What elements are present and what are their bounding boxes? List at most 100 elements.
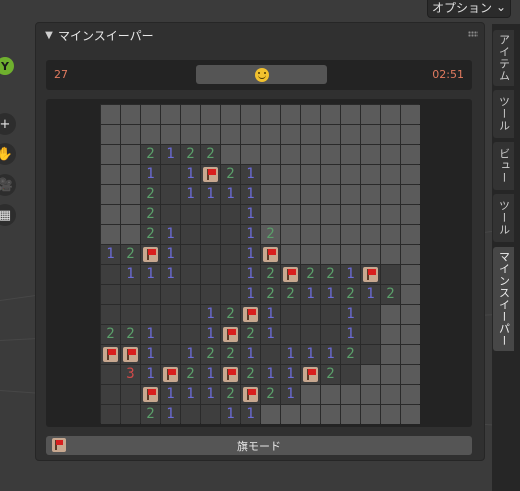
number-cell[interactable]: 1: [201, 325, 220, 344]
hidden-cell[interactable]: [381, 105, 400, 124]
empty-cell[interactable]: [181, 285, 200, 304]
reset-game-button[interactable]: [196, 65, 327, 84]
hidden-cell[interactable]: [181, 105, 200, 124]
hidden-cell[interactable]: [401, 285, 420, 304]
hidden-cell[interactable]: [201, 125, 220, 144]
number-cell[interactable]: 1: [261, 305, 280, 324]
number-cell[interactable]: 2: [261, 265, 280, 284]
number-cell[interactable]: 1: [221, 185, 240, 204]
hidden-cell[interactable]: [261, 185, 280, 204]
empty-cell[interactable]: [361, 325, 380, 344]
empty-cell[interactable]: [181, 225, 200, 244]
hidden-cell[interactable]: [321, 125, 340, 144]
empty-cell[interactable]: [121, 405, 140, 424]
tab-minesweeper[interactable]: マインスイーパー: [493, 247, 514, 351]
empty-cell[interactable]: [201, 245, 220, 264]
hidden-cell[interactable]: [341, 105, 360, 124]
hidden-cell[interactable]: [381, 385, 400, 404]
number-cell[interactable]: 2: [221, 305, 240, 324]
number-cell[interactable]: 2: [181, 365, 200, 384]
hidden-cell[interactable]: [361, 385, 380, 404]
hidden-cell[interactable]: [401, 105, 420, 124]
hidden-cell[interactable]: [121, 205, 140, 224]
empty-cell[interactable]: [321, 305, 340, 324]
empty-cell[interactable]: [181, 325, 200, 344]
hidden-cell[interactable]: [101, 125, 120, 144]
hidden-cell[interactable]: [301, 405, 320, 424]
hidden-cell[interactable]: [121, 225, 140, 244]
hidden-cell[interactable]: [301, 165, 320, 184]
number-cell[interactable]: 2: [321, 365, 340, 384]
hidden-cell[interactable]: [381, 125, 400, 144]
number-cell[interactable]: 1: [241, 185, 260, 204]
flagged-cell[interactable]: [141, 245, 160, 264]
number-cell[interactable]: 2: [261, 385, 280, 404]
number-cell[interactable]: 1: [241, 265, 260, 284]
empty-cell[interactable]: [181, 205, 200, 224]
number-cell[interactable]: 1: [261, 325, 280, 344]
hidden-cell[interactable]: [101, 225, 120, 244]
hidden-cell[interactable]: [361, 145, 380, 164]
hidden-cell[interactable]: [401, 185, 420, 204]
number-cell[interactable]: 2: [381, 285, 400, 304]
empty-cell[interactable]: [161, 185, 180, 204]
hidden-cell[interactable]: [401, 365, 420, 384]
number-cell[interactable]: 1: [181, 385, 200, 404]
tab-tool[interactable]: ツール: [493, 90, 514, 138]
hidden-cell[interactable]: [361, 185, 380, 204]
hidden-cell[interactable]: [261, 105, 280, 124]
empty-cell[interactable]: [361, 345, 380, 364]
hidden-cell[interactable]: [221, 105, 240, 124]
hidden-cell[interactable]: [361, 225, 380, 244]
flagged-cell[interactable]: [141, 385, 160, 404]
empty-cell[interactable]: [221, 205, 240, 224]
number-cell[interactable]: 1: [321, 285, 340, 304]
hidden-cell[interactable]: [361, 125, 380, 144]
hidden-cell[interactable]: [161, 125, 180, 144]
number-cell[interactable]: 1: [281, 385, 300, 404]
hidden-cell[interactable]: [401, 345, 420, 364]
hidden-cell[interactable]: [301, 105, 320, 124]
number-cell[interactable]: 1: [341, 265, 360, 284]
hidden-cell[interactable]: [161, 105, 180, 124]
flagged-cell[interactable]: [221, 365, 240, 384]
empty-cell[interactable]: [261, 345, 280, 364]
flagged-cell[interactable]: [261, 245, 280, 264]
number-cell[interactable]: 2: [201, 145, 220, 164]
empty-cell[interactable]: [201, 265, 220, 284]
empty-cell[interactable]: [341, 365, 360, 384]
number-cell[interactable]: 2: [341, 285, 360, 304]
hidden-cell[interactable]: [361, 105, 380, 124]
number-cell[interactable]: 2: [221, 345, 240, 364]
hidden-cell[interactable]: [381, 205, 400, 224]
empty-cell[interactable]: [101, 405, 120, 424]
hidden-cell[interactable]: [401, 205, 420, 224]
number-cell[interactable]: 1: [241, 225, 260, 244]
hidden-cell[interactable]: [101, 145, 120, 164]
flagged-cell[interactable]: [281, 265, 300, 284]
hidden-cell[interactable]: [121, 105, 140, 124]
number-cell[interactable]: 2: [181, 145, 200, 164]
flag-mode-button[interactable]: 旗モード: [46, 436, 472, 455]
number-cell[interactable]: 1: [241, 405, 260, 424]
hidden-cell[interactable]: [341, 205, 360, 224]
empty-cell[interactable]: [321, 325, 340, 344]
number-cell[interactable]: 1: [141, 325, 160, 344]
hidden-cell[interactable]: [321, 405, 340, 424]
number-cell[interactable]: 3: [121, 365, 140, 384]
hidden-cell[interactable]: [281, 185, 300, 204]
number-cell[interactable]: 1: [101, 245, 120, 264]
hidden-cell[interactable]: [281, 225, 300, 244]
hidden-cell[interactable]: [221, 145, 240, 164]
hidden-cell[interactable]: [281, 125, 300, 144]
hidden-cell[interactable]: [381, 145, 400, 164]
hidden-cell[interactable]: [101, 165, 120, 184]
number-cell[interactable]: 2: [241, 365, 260, 384]
hidden-cell[interactable]: [321, 185, 340, 204]
number-cell[interactable]: 1: [241, 285, 260, 304]
number-cell[interactable]: 2: [141, 145, 160, 164]
hidden-cell[interactable]: [381, 325, 400, 344]
number-cell[interactable]: 2: [341, 345, 360, 364]
empty-cell[interactable]: [161, 285, 180, 304]
number-cell[interactable]: 1: [241, 345, 260, 364]
